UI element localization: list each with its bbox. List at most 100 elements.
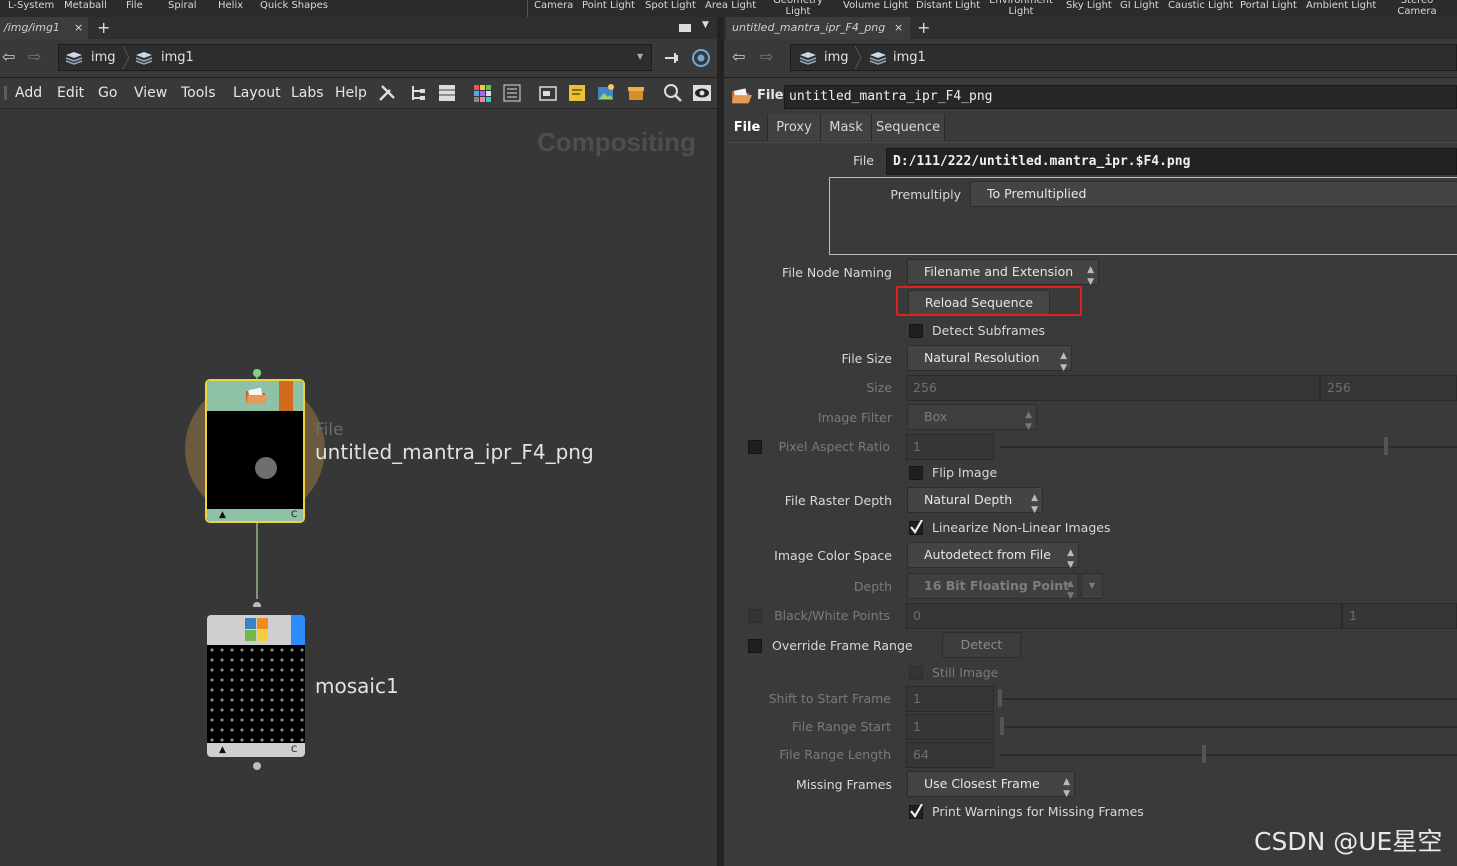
path-breadcrumb[interactable]: img img1 xyxy=(790,44,1457,71)
file-raster-depth-menu[interactable]: Natural Depth ▲ ▼ xyxy=(907,487,1043,515)
color-palette-icon[interactable] xyxy=(472,83,492,103)
list-view-icon[interactable] xyxy=(437,83,457,103)
tree-layout-icon[interactable] xyxy=(408,83,428,103)
depth-extra-dropdown[interactable]: ▼ xyxy=(1081,573,1103,599)
tab-close-icon[interactable]: × xyxy=(74,17,83,39)
file-range-start-slider[interactable] xyxy=(1000,726,1457,728)
file-range-length-field[interactable]: 64 xyxy=(906,742,994,768)
network-box-icon[interactable] xyxy=(538,83,558,103)
size-x-field[interactable]: 256 xyxy=(906,375,1320,401)
tools-wrench-icon[interactable] xyxy=(377,83,397,103)
detect-button[interactable]: Detect xyxy=(942,632,1021,658)
file-size-menu[interactable]: Natural Resolution ▲ ▼ xyxy=(907,345,1072,373)
file-range-start-field[interactable]: 1 xyxy=(906,714,994,740)
depth-menu[interactable]: 16 Bit Floating Point ▲ ▼ xyxy=(907,573,1079,601)
shelf-tool-area-light[interactable]: Area Light xyxy=(705,0,756,11)
shelf-tool-point-light[interactable]: Point Light xyxy=(582,0,635,11)
tab-parameters[interactable]: untitled_mantra_ipr_F4_png xyxy=(726,17,910,39)
menu-tools[interactable]: Tools xyxy=(181,78,216,108)
tab-file[interactable]: File xyxy=(727,114,768,141)
tab-mask[interactable]: Mask xyxy=(821,114,872,141)
node-left-flag[interactable]: ▲ xyxy=(219,509,226,521)
shelf-tool-lsystem[interactable]: L-System xyxy=(8,0,54,11)
input-connector-icon[interactable] xyxy=(252,368,262,378)
image-filter-menu[interactable]: Box ▲ ▼ xyxy=(907,404,1037,432)
shelf-tool-gi-light[interactable]: GI Light xyxy=(1120,0,1159,11)
shelf-tool-camera[interactable]: Camera xyxy=(534,0,573,11)
file-range-length-slider[interactable] xyxy=(1000,754,1457,756)
pixel-aspect-toggle-checkbox[interactable] xyxy=(748,440,762,454)
tab-proxy[interactable]: Proxy xyxy=(768,114,821,141)
shelf-tool-ambient-light[interactable]: Ambient Light xyxy=(1306,0,1376,11)
shelf-tool-sky-light[interactable]: Sky Light xyxy=(1066,0,1112,11)
link-target-icon[interactable] xyxy=(691,48,711,68)
shelf-tool-file[interactable]: File xyxy=(126,0,143,11)
detect-subframes-checkbox[interactable] xyxy=(909,324,923,338)
shift-start-frame-field[interactable]: 1 xyxy=(906,686,994,712)
node-name-label[interactable]: mosaic1 xyxy=(315,674,399,698)
menu-add[interactable]: Add xyxy=(15,78,42,108)
network-editor[interactable]: Compositing ▲ C File untitled_mantra_ipr… xyxy=(0,109,717,866)
menu-labs[interactable]: Labs xyxy=(291,78,324,108)
node-right-flag[interactable]: C xyxy=(291,743,297,757)
eye-icon[interactable] xyxy=(692,83,712,103)
add-tab-icon[interactable]: + xyxy=(97,17,110,39)
forward-arrow-icon[interactable]: ⇨ xyxy=(28,49,41,65)
package-icon[interactable] xyxy=(626,83,646,103)
pane-menu-arrow-icon[interactable]: ▼ xyxy=(702,20,709,30)
path-breadcrumb[interactable]: img img1 ▼ xyxy=(58,44,652,71)
node-bypass-flag[interactable] xyxy=(279,381,293,411)
override-frame-range-checkbox[interactable] xyxy=(748,639,762,653)
tab-close-icon[interactable]: × xyxy=(894,17,903,39)
shelf-tool-quick-shapes[interactable]: Quick Shapes xyxy=(260,0,328,11)
shelf-tool-distant-light[interactable]: Distant Light xyxy=(916,0,980,11)
node-display-flag[interactable] xyxy=(291,615,305,645)
pane-layout-icon[interactable] xyxy=(678,23,692,33)
background-image-icon[interactable] xyxy=(596,83,616,103)
pin-icon[interactable] xyxy=(663,50,683,66)
shelf-tool-helix[interactable]: Helix xyxy=(218,0,243,11)
image-color-space-menu[interactable]: Autodetect from File ▲ ▼ xyxy=(907,542,1079,570)
breadcrumb-img1[interactable]: img1 xyxy=(893,45,926,70)
forward-arrow-icon[interactable]: ⇨ xyxy=(760,49,773,65)
node-right-flag[interactable]: C xyxy=(291,509,297,521)
mosaic-node[interactable]: ▲ C xyxy=(207,615,305,757)
missing-frames-menu[interactable]: Use Closest Frame ▲ ▼ xyxy=(907,771,1075,799)
breadcrumb-img[interactable]: img xyxy=(824,45,849,70)
search-icon[interactable] xyxy=(663,83,683,103)
shelf-tool-metaball[interactable]: Metaball xyxy=(64,0,107,11)
file-path-field[interactable]: D:/111/222/untitled.mantra_ipr.$F4.png xyxy=(886,148,1457,175)
tab-sequence[interactable]: Sequence xyxy=(872,114,945,141)
grid-view-icon[interactable] xyxy=(502,83,522,103)
add-tab-icon[interactable]: + xyxy=(917,17,930,39)
slider-handle[interactable] xyxy=(1202,745,1206,763)
shelf-tool-stereo-camera[interactable]: Stereo Camera xyxy=(1396,0,1438,17)
flip-image-checkbox[interactable] xyxy=(909,466,923,480)
print-warnings-checkbox[interactable] xyxy=(909,804,923,819)
menu-layout[interactable]: Layout xyxy=(233,78,281,108)
slider-handle[interactable] xyxy=(1000,717,1004,735)
pixel-aspect-field[interactable]: 1 xyxy=(906,434,994,460)
menu-help[interactable]: Help xyxy=(335,78,367,108)
premultiply-menu[interactable]: To Premultiplied xyxy=(970,181,1457,207)
size-y-field[interactable]: 256 xyxy=(1320,375,1457,401)
back-arrow-icon[interactable]: ⇦ xyxy=(2,49,15,65)
node-left-flag[interactable]: ▲ xyxy=(219,743,226,757)
shelf-tool-environment-light[interactable]: Environment Light xyxy=(988,0,1054,17)
bw-points-toggle-checkbox[interactable] xyxy=(748,609,762,623)
output-connector-icon[interactable] xyxy=(252,761,262,771)
linearize-checkbox[interactable] xyxy=(909,520,923,535)
file-node[interactable]: ▲ C xyxy=(205,379,305,523)
shelf-tool-spot-light[interactable]: Spot Light xyxy=(645,0,696,11)
pane-splitter[interactable] xyxy=(717,17,724,866)
white-point-field[interactable]: 1 xyxy=(1342,603,1457,629)
sticky-note-icon[interactable] xyxy=(567,83,587,103)
file-node-naming-menu[interactable]: Filename and Extension ▲ ▼ xyxy=(907,259,1099,287)
shelf-tool-geometry-light[interactable]: Geometry Light xyxy=(772,0,824,17)
pixel-aspect-slider[interactable] xyxy=(1000,446,1457,448)
node-name-label[interactable]: untitled_mantra_ipr_F4_png xyxy=(315,440,594,464)
menu-view[interactable]: View xyxy=(134,78,167,108)
slider-handle[interactable] xyxy=(998,689,1002,707)
menu-edit[interactable]: Edit xyxy=(57,78,84,108)
breadcrumb-img1[interactable]: img1 xyxy=(161,45,194,70)
